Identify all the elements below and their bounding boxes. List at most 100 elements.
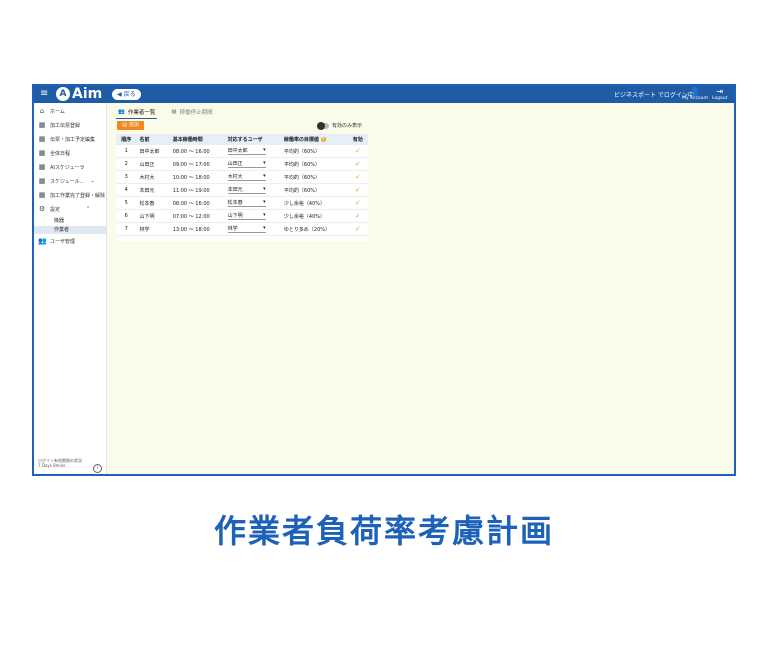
chevron-down-icon: ⌄ [90, 178, 95, 184]
cell-user: 山田正 ▾ [224, 157, 281, 171]
app-window: ≡ A Aim ◀ 戻る ビジネスポート でログイン中 👤 My Account… [32, 84, 736, 476]
chevron-down-icon: ▾ [263, 186, 266, 192]
chevron-down-icon: ▾ [263, 225, 266, 231]
logo: A Aim [56, 87, 102, 101]
cell-name: 山田正 [136, 157, 170, 171]
logo-icon: A [56, 87, 70, 101]
calendar-icon: ▦ [38, 121, 46, 129]
user-select[interactable]: 田中太郎 ▾ [227, 147, 266, 155]
sidebar-item-slip-edit[interactable]: ▦ 伝票・加工予定編集 [38, 134, 95, 144]
logout-button[interactable]: ⇥ Logout [712, 87, 727, 101]
cell-name: 山下明 [136, 209, 170, 223]
check-icon[interactable]: ✓ [355, 173, 361, 181]
user-select[interactable]: 松本春 ▾ [227, 199, 266, 207]
calendar-icon: ▦ [38, 177, 46, 185]
cell-target: 少し余裕（40%） [280, 196, 348, 210]
cell-hours: 11:00 ～ 19:00 [169, 183, 225, 197]
chevron-down-icon: ▾ [263, 160, 266, 166]
chevron-down-icon: ▾ [263, 147, 266, 153]
chevron-down-icon: ▾ [263, 212, 266, 218]
sidebar-item-settings[interactable]: ⚙ 設定 ⌃ [38, 204, 90, 214]
cell-name: 木村大 [136, 170, 170, 184]
back-button[interactable]: ◀ 戻る [112, 89, 141, 100]
header-hours[interactable]: 基本稼働時間 [169, 134, 225, 145]
logout-icon: ⇥ [716, 87, 724, 96]
cell-target: ゆとり多め（20%） [280, 222, 348, 236]
table-header-row: 順序 名前 基本稼働時間 対応するユーザ 稼働率の目標値 ? 有効 [116, 134, 368, 145]
check-icon[interactable]: ✓ [355, 199, 361, 207]
check-icon[interactable]: ✓ [355, 186, 361, 194]
sidebar-subitem-equipment[interactable]: 機器 [34, 217, 106, 225]
sidebar-item-slip-entry[interactable]: ▦ 加工伝票登録 [38, 120, 80, 130]
cell-target: 少し余裕（40%） [280, 209, 348, 223]
sidebar-subitem-workers[interactable]: 作業者 [34, 226, 106, 234]
chevron-up-icon: ⌃ [86, 206, 91, 212]
table-row[interactable]: 1 田中太郎 08:00 ～ 16:00 田中太郎 ▾ 平均的（60%） ✓ [116, 145, 368, 158]
cell-active: ✓ [347, 222, 368, 236]
sidebar-item-home[interactable]: ⌂ ホーム [38, 106, 65, 116]
add-button[interactable]: ▤ 追加 [117, 121, 144, 130]
logo-text: Aim [72, 86, 103, 102]
check-icon[interactable]: ✓ [355, 160, 361, 168]
cell-name: 本田元 [136, 183, 170, 197]
check-icon[interactable]: ✓ [355, 147, 361, 155]
cell-user: 田中太郎 ▾ [224, 145, 281, 158]
tab-bar: 👥 作業者一覧 ▦ 稼働停止期間 [116, 106, 215, 119]
header-active[interactable]: 有効 [347, 134, 368, 145]
calendar-icon: ▦ [38, 191, 46, 199]
user-select[interactable]: 木村大 ▾ [227, 173, 266, 181]
table-row[interactable]: 5 松本春 08:00 ～ 16:00 松本春 ▾ 少し余裕（40%） ✓ [116, 196, 368, 210]
header-order[interactable]: 順序 [116, 134, 137, 145]
cell-order: 3 [116, 170, 137, 184]
login-expiry: ログイン有効期限の状況 7 Days 8mins [38, 458, 82, 468]
calendar-icon: ▦ [38, 163, 46, 171]
calendar-icon: ▦ [38, 135, 46, 143]
cell-hours: 08:00 ～ 16:00 [169, 145, 225, 158]
cell-target: 平均的（60%） [280, 157, 348, 171]
tab-worker-list[interactable]: 👥 作業者一覧 [116, 106, 158, 119]
cell-user: 木村大 ▾ [224, 170, 281, 184]
users-icon: 👥 [38, 237, 47, 245]
calendar-icon: ▦ [171, 109, 177, 115]
cell-order: 4 [116, 183, 137, 197]
sidebar-item-user-management[interactable]: 👥 ユーザ管理 [38, 236, 75, 246]
user-select[interactable]: 本田元 ▾ [227, 186, 266, 194]
cell-hours: 10:00 ～ 18:00 [169, 170, 225, 184]
tab-downtime-period[interactable]: ▦ 稼働停止期間 [169, 106, 214, 118]
header-user[interactable]: 対応するユーザ [224, 134, 281, 145]
check-icon[interactable]: ✓ [355, 225, 361, 233]
sidebar-item-ai-scheduler[interactable]: ▦ AIスケジューラ [38, 162, 85, 172]
cell-name: 松本春 [136, 196, 170, 210]
user-select[interactable]: 山田正 ▾ [227, 160, 266, 168]
user-select[interactable]: 林学 ▾ [227, 225, 266, 233]
sidebar-item-schedule[interactable]: ▦ スケジュール... ⌄ [38, 176, 95, 186]
cell-active: ✓ [347, 183, 368, 197]
table-row[interactable]: 3 木村大 10:00 ～ 18:00 木村大 ▾ 平均的（60%） ✓ [116, 170, 368, 184]
caption-title: 作業者負荷率考慮計画 [213, 512, 554, 550]
cell-order: 2 [116, 157, 137, 171]
cell-target: 平均的（60%） [280, 170, 348, 184]
cell-order: 1 [116, 145, 137, 158]
check-icon[interactable]: ✓ [355, 212, 361, 220]
hamburger-icon[interactable]: ≡ [40, 89, 48, 99]
my-account-button[interactable]: 👤 My Account [682, 87, 708, 101]
table-row[interactable]: 4 本田元 11:00 ～ 19:00 本田元 ▾ 平均的（60%） ✓ [116, 183, 368, 197]
help-icon[interactable]: ? [320, 137, 326, 142]
sidebar-item-overall-schedule[interactable]: ▦ 全体日程 [38, 148, 70, 158]
table-row[interactable]: 6 山下明 07:00 ～ 12:00 山下明 ▾ 少し余裕（40%） ✓ [116, 209, 368, 223]
table-row[interactable]: 2 山田正 09:00 ～ 17:00 山田正 ▾ 平均的（60%） ✓ [116, 157, 368, 171]
toggle-switch[interactable] [317, 121, 329, 130]
cell-active: ✓ [347, 145, 368, 158]
add-icon: ▤ [122, 122, 127, 128]
table-row[interactable]: 7 林学 13:00 ～ 18:00 林学 ▾ ゆとり多め（20%） ✓ [116, 222, 368, 236]
calendar-icon: ▦ [38, 149, 46, 157]
sidebar-item-work-complete[interactable]: ▦ 加工作業完了登録・解除 [38, 190, 105, 200]
info-icon[interactable]: i [93, 464, 102, 473]
user-icon: 👤 [690, 87, 701, 96]
header-target[interactable]: 稼働率の目標値 ? [280, 134, 348, 145]
cell-name: 林学 [136, 222, 170, 236]
active-only-toggle[interactable]: 有効のみ表示 [317, 121, 362, 130]
user-select[interactable]: 山下明 ▾ [227, 212, 266, 220]
cell-hours: 08:00 ～ 16:00 [169, 196, 225, 210]
header-name[interactable]: 名前 [136, 134, 170, 145]
